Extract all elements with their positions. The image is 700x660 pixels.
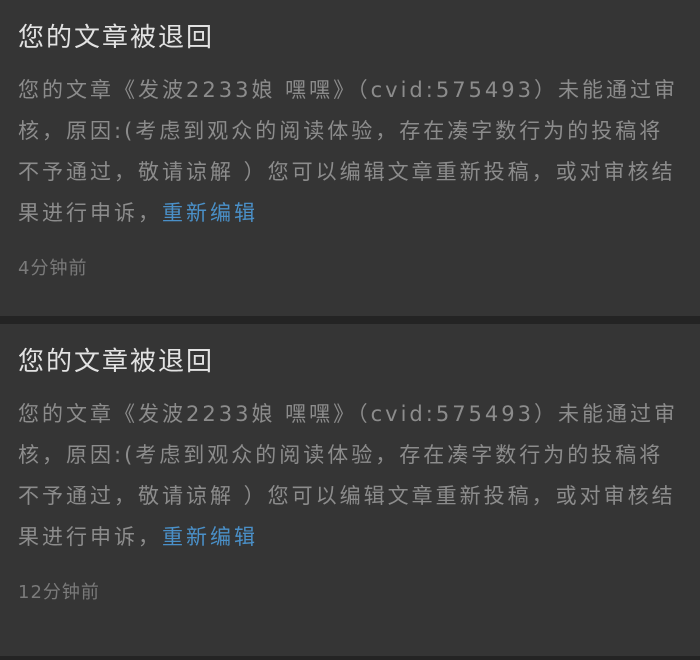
notification-title: 您的文章被退回 xyxy=(18,23,215,53)
notification-list: 您的文章被退回 您的文章《发波2233娘 嘿嘿》（cvid:575493）未能通… xyxy=(0,0,700,660)
re-edit-link[interactable]: 重新编辑 xyxy=(162,201,258,225)
notification-message-text: 您的文章《发波2233娘 嘿嘿》（cvid:575493）未能通过审核，原因:(… xyxy=(18,402,678,549)
re-edit-link[interactable]: 重新编辑 xyxy=(162,525,258,549)
notification-message-text: 您的文章《发波2233娘 嘿嘿》（cvid:575493）未能通过审核，原因:(… xyxy=(18,78,678,225)
notification-message: 您的文章《发波2233娘 嘿嘿》（cvid:575493）未能通过审核，原因:(… xyxy=(18,394,680,558)
notification-message: 您的文章《发波2233娘 嘿嘿》（cvid:575493）未能通过审核，原因:(… xyxy=(18,70,680,234)
notification-card: 您的文章被退回 您的文章《发波2233娘 嘿嘿》（cvid:575493）未能通… xyxy=(0,0,700,316)
notification-card: 您的文章被退回 您的文章《发波2233娘 嘿嘿》（cvid:575493）未能通… xyxy=(0,324,700,656)
notification-time: 4分钟前 xyxy=(18,258,88,279)
notification-time: 12分钟前 xyxy=(18,582,100,603)
notification-title: 您的文章被退回 xyxy=(18,347,215,377)
